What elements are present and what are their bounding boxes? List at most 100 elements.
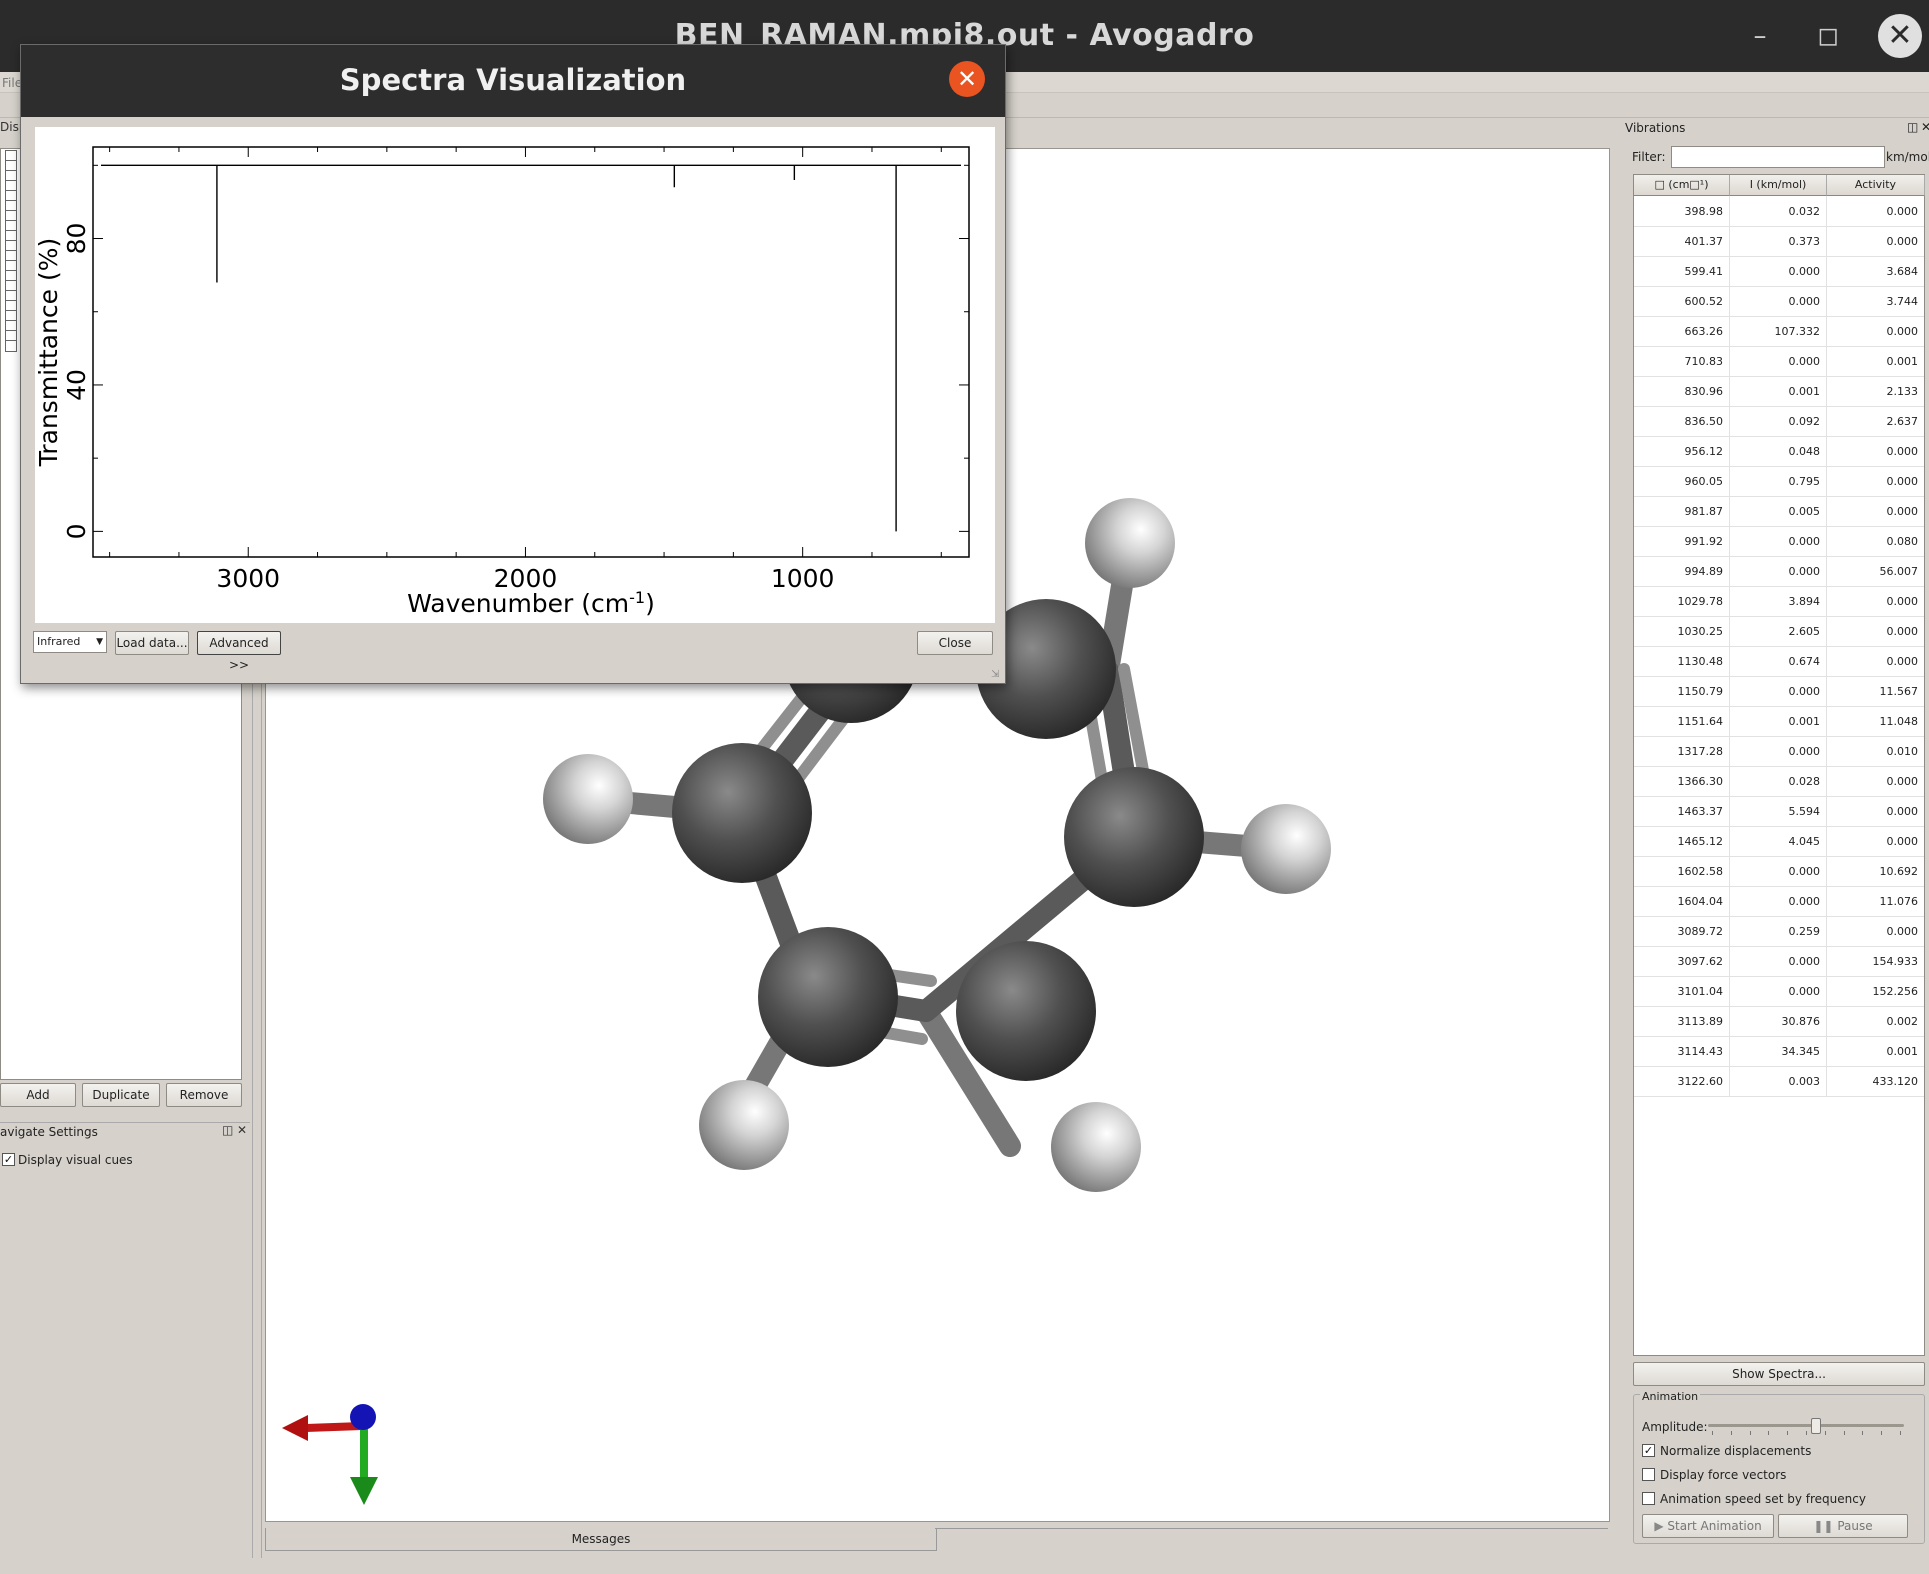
frequency-cell: 3089.72 (1677, 925, 1724, 938)
frequency-cell: 1151.64 (1677, 715, 1724, 728)
messages-tab[interactable]: Messages (265, 1528, 937, 1551)
activity-cell: 11.048 (1879, 715, 1919, 728)
table-row[interactable]: 3089.72 0.259 0.000 (1634, 916, 1924, 947)
table-row[interactable]: 994.89 0.000 56.007 (1634, 556, 1924, 587)
pause-label: Pause (1837, 1519, 1873, 1533)
start-animation-button[interactable]: ▶ Start Animation (1642, 1514, 1774, 1538)
show-spectra-button[interactable]: Show Spectra... (1633, 1362, 1925, 1386)
table-row[interactable]: 960.05 0.795 0.000 (1634, 466, 1924, 497)
display-force-vectors-checkbox[interactable] (1642, 1468, 1655, 1481)
activity-cell: 0.000 (1886, 925, 1919, 938)
column-separator (1826, 916, 1827, 946)
column-separator (1826, 1006, 1827, 1036)
resize-grip-icon[interactable]: ⇲ (991, 669, 999, 680)
animation-speed-checkbox[interactable] (1642, 1492, 1655, 1505)
table-row[interactable]: 1029.78 3.894 0.000 (1634, 586, 1924, 617)
activity-cell: 0.000 (1886, 235, 1919, 248)
table-row[interactable]: 3101.04 0.000 152.256 (1634, 976, 1924, 1007)
y-tick-labels: 0 40 80 (62, 223, 91, 540)
table-row[interactable]: 398.98 0.032 0.000 (1634, 196, 1924, 227)
load-data-button[interactable]: Load data... (115, 631, 189, 655)
axes-indicator-icon (282, 1404, 378, 1505)
float-dock-icon[interactable]: ◫ (222, 1123, 233, 1137)
minimize-icon[interactable]: – (1742, 18, 1778, 54)
table-row[interactable]: 599.41 0.000 3.684 (1634, 256, 1924, 287)
table-row[interactable]: 836.50 0.092 2.637 (1634, 406, 1924, 437)
activity-cell: 0.000 (1886, 325, 1919, 338)
spectrum-plot[interactable]: 3000 2000 1000 0 40 80 Wavenumber (cm-1) Tra… (34, 127, 995, 623)
table-row[interactable]: 1602.58 0.000 10.692 (1634, 856, 1924, 887)
table-row[interactable]: 956.12 0.048 0.000 (1634, 436, 1924, 467)
table-row[interactable]: 830.96 0.001 2.133 (1634, 376, 1924, 407)
column-separator (1729, 706, 1730, 736)
column-separator (1729, 1006, 1730, 1036)
dialog-close-button[interactable]: Close (917, 631, 993, 655)
filter-unit-label: km/mol (1886, 150, 1929, 164)
table-row[interactable]: 1604.04 0.000 11.076 (1634, 886, 1924, 917)
column-separator (1729, 526, 1730, 556)
table-row[interactable]: 1151.64 0.001 11.048 (1634, 706, 1924, 737)
amplitude-slider[interactable] (1708, 1418, 1904, 1436)
table-row[interactable]: 1465.12 4.045 0.000 (1634, 826, 1924, 857)
column-separator (1729, 556, 1730, 586)
frequency-cell: 1150.79 (1677, 685, 1724, 698)
column-separator (1826, 496, 1827, 526)
table-row[interactable]: 1150.79 0.000 11.567 (1634, 676, 1924, 707)
frequency-cell: 1602.58 (1677, 865, 1724, 878)
table-row[interactable]: 3122.60 0.003 433.120 (1634, 1066, 1924, 1097)
activity-cell: 3.744 (1886, 295, 1919, 308)
column-header-frequency[interactable]: □ (cm□¹) (1634, 175, 1730, 196)
add-button[interactable]: Add (0, 1083, 76, 1107)
frequency-cell: 3114.43 (1677, 1045, 1724, 1058)
table-row[interactable]: 1366.30 0.028 0.000 (1634, 766, 1924, 797)
frequency-cell: 1366.30 (1677, 775, 1724, 788)
intensity-cell: 0.092 (1788, 415, 1821, 428)
duplicate-button[interactable]: Duplicate (82, 1083, 160, 1107)
table-row[interactable]: 1130.48 0.674 0.000 (1634, 646, 1924, 677)
column-header-intensity[interactable]: I (km/mol) (1730, 175, 1827, 196)
display-type-checkbox[interactable] (5, 340, 17, 352)
table-row[interactable]: 600.52 0.000 3.744 (1634, 286, 1924, 317)
table-row[interactable]: 3097.62 0.000 154.933 (1634, 946, 1924, 977)
table-row[interactable]: 3114.43 34.345 0.001 (1634, 1036, 1924, 1067)
column-separator (1729, 1066, 1730, 1096)
pause-button[interactable]: ❚❚ Pause (1778, 1514, 1908, 1538)
column-separator (1729, 766, 1730, 796)
column-separator (1729, 496, 1730, 526)
filter-input[interactable] (1671, 146, 1885, 168)
intensity-cell: 0.259 (1788, 925, 1821, 938)
intensity-cell: 107.332 (1774, 325, 1821, 338)
table-row[interactable]: 663.26 107.332 0.000 (1634, 316, 1924, 347)
frequency-cell: 1130.48 (1677, 655, 1724, 668)
table-row[interactable]: 1030.25 2.605 0.000 (1634, 616, 1924, 647)
x-axis-label-superscript: -1 (629, 588, 645, 607)
column-separator (1729, 616, 1730, 646)
vibrations-table[interactable]: □ (cm□¹) I (km/mol) Activity 398.98 0.032… (1633, 174, 1925, 1356)
remove-button[interactable]: Remove (166, 1083, 242, 1107)
activity-cell: 0.010 (1886, 745, 1919, 758)
dialog-close-icon[interactable]: ✕ (949, 61, 985, 97)
maximize-icon[interactable]: ◻ (1810, 18, 1846, 54)
plot-frame (92, 146, 970, 558)
spectrum-type-select[interactable]: Infrared ▼ (33, 631, 107, 653)
activity-cell: 0.000 (1886, 445, 1919, 458)
amplitude-slider-handle[interactable] (1811, 1418, 1822, 1434)
y-tick-label: 0 (62, 523, 91, 539)
float-dock-icon[interactable]: ◫ (1907, 120, 1918, 134)
table-row[interactable]: 981.87 0.005 0.000 (1634, 496, 1924, 527)
column-header-activity[interactable]: Activity (1827, 175, 1925, 196)
display-visual-cues-checkbox[interactable]: ✓ (2, 1153, 15, 1166)
advanced-button[interactable]: Advanced >> (197, 631, 281, 672)
table-row[interactable]: 1317.28 0.000 0.010 (1634, 736, 1924, 767)
close-dock-icon[interactable]: ✕ (237, 1123, 247, 1137)
intensity-cell: 0.000 (1788, 685, 1821, 698)
table-row[interactable]: 710.83 0.000 0.001 (1634, 346, 1924, 377)
table-row[interactable]: 401.37 0.373 0.000 (1634, 226, 1924, 257)
close-window-icon[interactable]: ✕ (1878, 14, 1922, 58)
normalize-displacements-checkbox[interactable]: ✓ (1642, 1444, 1655, 1457)
intensity-cell: 0.001 (1788, 715, 1821, 728)
table-row[interactable]: 3113.89 30.876 0.002 (1634, 1006, 1924, 1037)
table-row[interactable]: 1463.37 5.594 0.000 (1634, 796, 1924, 827)
table-row[interactable]: 991.92 0.000 0.080 (1634, 526, 1924, 557)
close-dock-icon[interactable]: ✕ (1921, 120, 1929, 134)
